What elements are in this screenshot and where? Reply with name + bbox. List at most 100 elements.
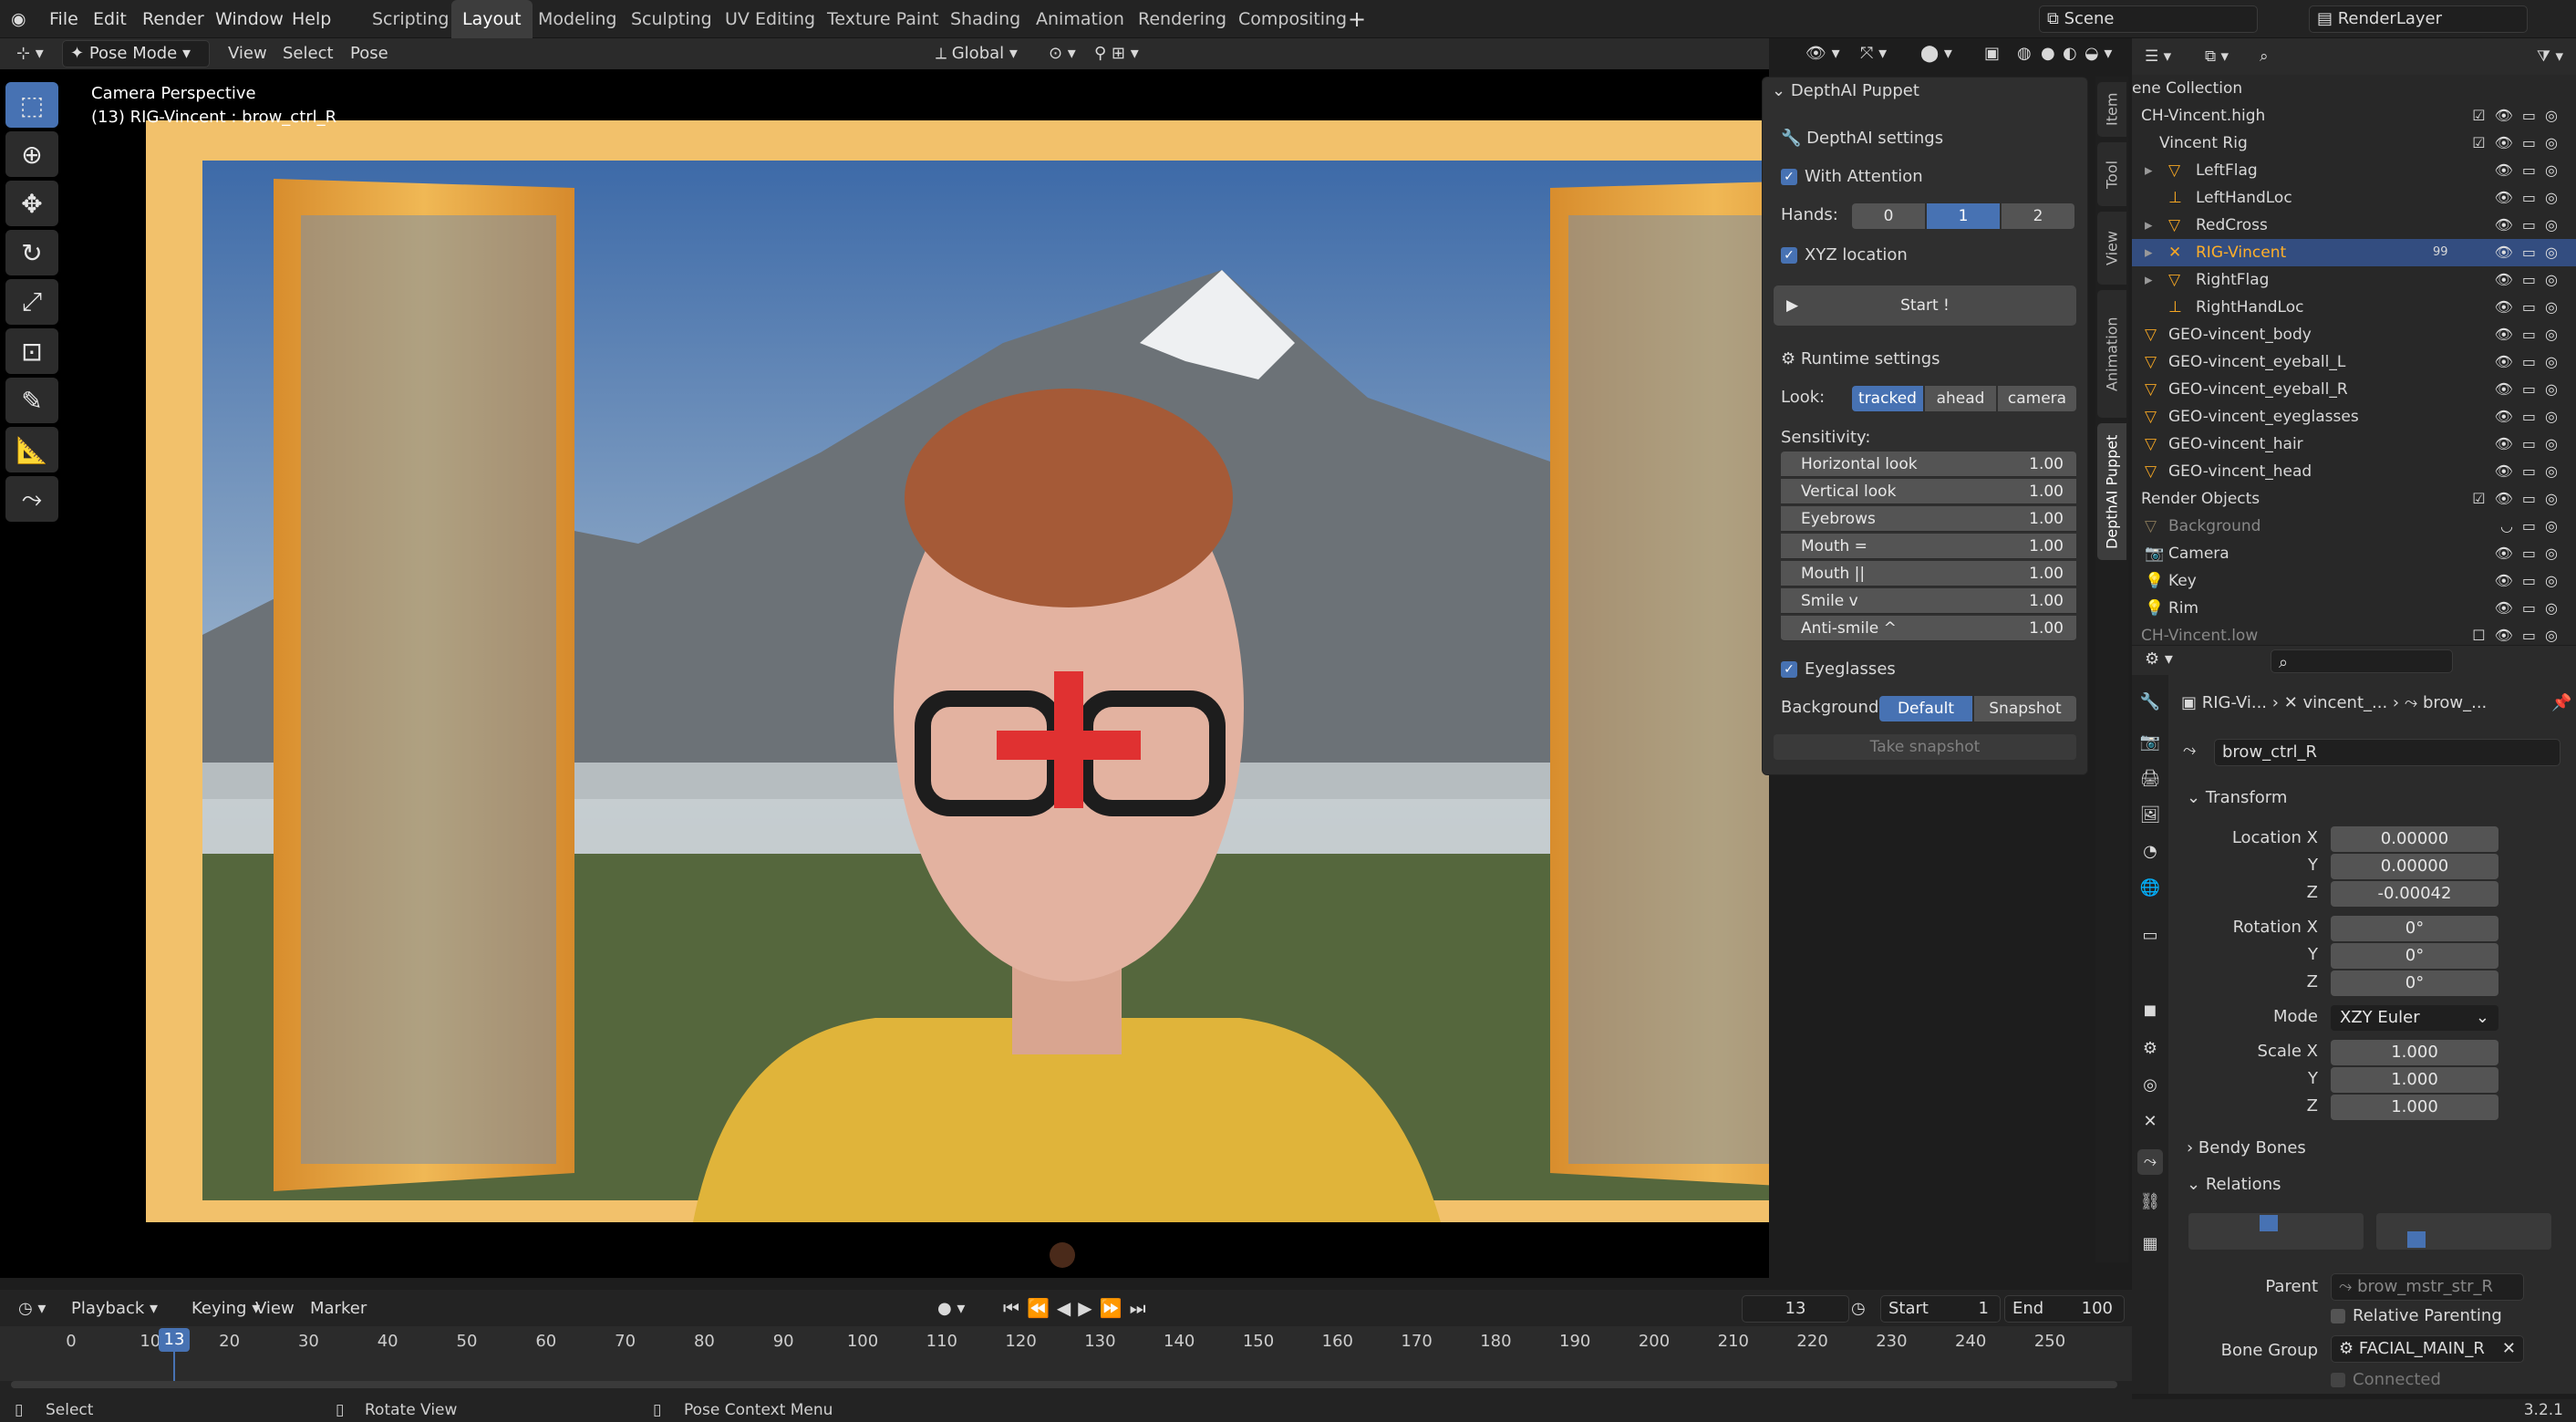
- depthai-panel-header[interactable]: ⌄ DepthAI Puppet: [1772, 78, 1919, 105]
- view-layer-tab-icon[interactable]: 🖼: [2137, 803, 2163, 828]
- output-tab-icon[interactable]: 🖨: [2137, 766, 2163, 792]
- slider-horizontal-look[interactable]: Horizontal look 1.00: [1781, 452, 2076, 477]
- physics-tab-icon[interactable]: ◎: [2137, 1073, 2163, 1098]
- look-ahead[interactable]: ahead: [1925, 386, 1996, 411]
- tab-animation[interactable]: Animation: [1025, 0, 1135, 38]
- rotation-mode-dropdown[interactable]: XZY Euler ⌄: [2331, 1005, 2498, 1031]
- menu-select[interactable]: Select: [283, 38, 334, 69]
- scene-tab-icon[interactable]: ◔: [2137, 839, 2163, 865]
- visibility-icons[interactable]: 👁▭◎: [2495, 348, 2567, 376]
- 3d-viewport[interactable]: [0, 69, 1769, 1278]
- transform-icon[interactable]: ⊡: [5, 328, 58, 374]
- slider-mouth-wide[interactable]: Mouth = 1.00: [1781, 534, 2076, 559]
- expand-arrow-icon[interactable]: ▸: [2145, 239, 2153, 266]
- editor-type-icon[interactable]: ☰ ▾: [2145, 43, 2171, 70]
- timeline-editor-icon[interactable]: ◷ ▾: [18, 1299, 46, 1318]
- outliner-row[interactable]: ▽ GEO-vincent_eyeglasses 👁▭◎: [2132, 403, 2576, 431]
- outliner-row[interactable]: ▽ GEO-vincent_hair 👁▭◎: [2132, 431, 2576, 458]
- visibility-icons[interactable]: ☑👁▭◎: [2472, 102, 2567, 130]
- annotate-icon[interactable]: ✎: [5, 378, 58, 423]
- visibility-icons[interactable]: 👁▭◎: [2495, 376, 2567, 403]
- visibility-icons[interactable]: 👁▭◎: [2495, 157, 2567, 184]
- menu-view[interactable]: View: [228, 38, 267, 69]
- world-tab-icon[interactable]: 🌐: [2137, 876, 2163, 901]
- menu-window[interactable]: Window: [215, 0, 284, 38]
- render-layer-selector[interactable]: ▤ RenderLayer: [2309, 5, 2528, 33]
- shading-wireframe-icon[interactable]: ◍: [2017, 38, 2032, 69]
- start-button[interactable]: ▶ Start !: [1774, 285, 2076, 326]
- object-tab-icon[interactable]: ◼: [2137, 998, 2163, 1023]
- tool-tab-icon[interactable]: 🔧: [2137, 690, 2163, 715]
- bendy-bones-section[interactable]: › Bendy Bones: [2187, 1138, 2306, 1157]
- outliner-row[interactable]: Vincent Rig ☑👁▭◎: [2132, 130, 2576, 157]
- filter-icon[interactable]: ⧩ ▾: [2537, 43, 2563, 70]
- outliner-row[interactable]: ene Collection: [2132, 75, 2576, 102]
- outliner-row[interactable]: ▽ GEO-vincent_head 👁▭◎: [2132, 458, 2576, 485]
- properties-search[interactable]: ⌕: [2271, 649, 2453, 673]
- visibility-icons[interactable]: 👁▭◎: [2495, 595, 2567, 622]
- xyz-checkbox[interactable]: ✓ XYZ location: [1781, 242, 1908, 269]
- slider-smile[interactable]: Smile v 1.00: [1781, 588, 2076, 614]
- scale-x-field[interactable]: 1.000: [2331, 1040, 2498, 1065]
- slider-eyebrows[interactable]: Eyebrows 1.00: [1781, 506, 2076, 532]
- measure-icon[interactable]: 📐: [5, 427, 58, 472]
- tab-uv-editing[interactable]: UV Editing: [714, 0, 826, 38]
- relations-section[interactable]: ⌄ Relations: [2187, 1175, 2281, 1194]
- rotation-y-field[interactable]: 0°: [2331, 943, 2498, 969]
- blender-logo-icon[interactable]: ◉: [11, 0, 26, 38]
- end-frame-field[interactable]: End 100: [2004, 1295, 2125, 1323]
- properties-editor-type-icon[interactable]: ⚙ ▾: [2145, 649, 2173, 669]
- tab-scripting[interactable]: Scripting: [361, 0, 460, 38]
- marker-menu[interactable]: Marker: [310, 1299, 367, 1318]
- tab-compositing[interactable]: Compositing: [1227, 0, 1358, 38]
- expand-arrow-icon[interactable]: ▸: [2145, 266, 2153, 294]
- visibility-icons[interactable]: 👁▭◎: [2495, 567, 2567, 595]
- bone-tab-icon[interactable]: ⤳: [2137, 1149, 2163, 1175]
- connected-checkbox[interactable]: Connected: [2331, 1370, 2441, 1389]
- visibility-icons[interactable]: 👁▭◎: [2495, 294, 2567, 321]
- render-tab-icon[interactable]: 📷: [2137, 730, 2163, 755]
- menu-help[interactable]: Help: [292, 0, 331, 38]
- location-z-field[interactable]: -0.00042: [2331, 881, 2498, 907]
- display-mode-icon[interactable]: ⧉ ▾: [2205, 43, 2229, 70]
- playback-controls[interactable]: ⏮⏪◀▶⏩⏭: [1003, 1297, 1154, 1319]
- preview-range-icon[interactable]: ◷: [1851, 1299, 1866, 1318]
- scale-y-field[interactable]: 1.000: [2331, 1067, 2498, 1093]
- outliner-row[interactable]: ▽ GEO-vincent_body 👁▭◎: [2132, 321, 2576, 348]
- scale-icon[interactable]: ⤢: [5, 279, 58, 325]
- select-box-icon[interactable]: ⬚: [5, 82, 58, 128]
- scene-selector[interactable]: ⧉ Scene: [2039, 5, 2258, 33]
- parent-field[interactable]: ⤳ brow_mstr_str_R: [2331, 1273, 2524, 1301]
- background-snapshot[interactable]: Snapshot: [1974, 696, 2076, 721]
- expand-arrow-icon[interactable]: ▸: [2145, 212, 2153, 239]
- timeline-scrollbar[interactable]: [11, 1381, 2117, 1388]
- timeline-view-menu[interactable]: View: [255, 1299, 295, 1318]
- visibility-icons[interactable]: 👁▭◎: [2495, 184, 2567, 212]
- visibility-icons[interactable]: 👁▭◎: [2495, 266, 2567, 294]
- slider-anti-smile[interactable]: Anti-smile ^ 1.00: [1781, 616, 2076, 641]
- menu-edit[interactable]: Edit: [93, 0, 127, 38]
- gizmo-icon[interactable]: ⤧ ▾: [1860, 38, 1887, 69]
- shading-material-icon[interactable]: ◐: [2063, 38, 2077, 69]
- outliner-row[interactable]: ▽ Background ◡▭◎: [2132, 513, 2576, 540]
- pin-icon[interactable]: 📌: [2551, 693, 2571, 712]
- tab-view[interactable]: View: [2097, 212, 2126, 285]
- relative-parenting-checkbox[interactable]: Relative Parenting: [2331, 1306, 2502, 1325]
- scale-z-field[interactable]: 1.000: [2331, 1095, 2498, 1120]
- bone-name-field[interactable]: brow_ctrl_R: [2214, 739, 2560, 766]
- hands-0[interactable]: 0: [1852, 203, 1925, 229]
- tab-texture-paint[interactable]: Texture Paint: [816, 0, 950, 38]
- eyeglasses-checkbox[interactable]: ✓ Eyeglasses: [1781, 656, 1896, 683]
- shading-rendered-icon[interactable]: ◒ ▾: [2085, 38, 2112, 69]
- visibility-icons[interactable]: 👁▭◎: [2495, 239, 2567, 266]
- playhead[interactable]: 13: [159, 1328, 190, 1352]
- visibility-icons[interactable]: 👁▭◎: [2495, 403, 2567, 431]
- tab-item[interactable]: Item: [2097, 82, 2126, 137]
- visibility-icon[interactable]: 👁 ▾: [1805, 38, 1840, 69]
- data-tab-icon[interactable]: ✕: [2137, 1109, 2163, 1135]
- bone-size-icon[interactable]: ⤳: [5, 476, 58, 522]
- bone-constraint-tab-icon[interactable]: ⛓: [2137, 1189, 2163, 1215]
- transform-section[interactable]: ⌄ Transform: [2187, 788, 2287, 807]
- mode-selector[interactable]: ✦ Pose Mode ▾: [62, 40, 210, 67]
- outliner-row[interactable]: ▸ ▽ RightFlag 👁▭◎: [2132, 266, 2576, 294]
